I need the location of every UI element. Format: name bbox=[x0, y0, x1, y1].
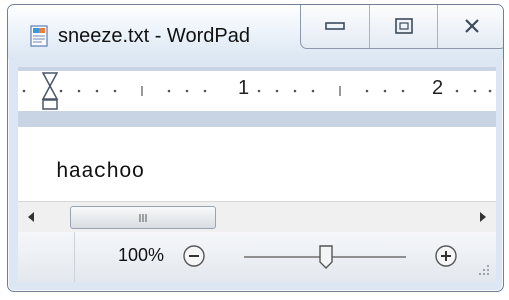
caption-buttons bbox=[300, 5, 503, 49]
indent-marker-icon[interactable] bbox=[40, 71, 60, 111]
minimize-button[interactable] bbox=[301, 5, 370, 48]
zoom-in-icon[interactable] bbox=[434, 244, 458, 268]
title-bar[interactable]: sneeze.txt - WordPad bbox=[8, 5, 503, 59]
grip-lines bbox=[139, 213, 147, 222]
wordpad-app-icon[interactable] bbox=[30, 25, 50, 47]
status-bar: 100% bbox=[18, 232, 496, 282]
window-title: sneeze.txt - WordPad bbox=[58, 25, 250, 47]
document-text: haachoo bbox=[56, 161, 145, 184]
close-button[interactable] bbox=[438, 5, 503, 48]
scroll-right-button[interactable] bbox=[470, 202, 496, 232]
arrow-left-icon bbox=[28, 212, 34, 222]
horizontal-scrollbar[interactable] bbox=[18, 201, 496, 232]
maximize-button[interactable] bbox=[370, 5, 439, 48]
zoom-out-icon[interactable] bbox=[182, 244, 206, 268]
maximize-icon bbox=[394, 18, 413, 34]
zoom-level-label: 100% bbox=[118, 245, 165, 265]
zoom-slider-thumb[interactable] bbox=[318, 244, 334, 270]
ruler-number: 2 bbox=[432, 77, 444, 99]
status-separator bbox=[74, 232, 75, 282]
ruler-ticks bbox=[22, 86, 492, 96]
minimize-icon bbox=[325, 22, 345, 30]
close-icon bbox=[465, 19, 479, 33]
scroll-left-button[interactable] bbox=[18, 202, 44, 232]
ruler-number: 1 bbox=[238, 77, 250, 99]
resize-grip-icon[interactable] bbox=[476, 262, 490, 276]
document-area[interactable]: haachoo bbox=[18, 127, 496, 201]
ruler[interactable]: 1 2 bbox=[18, 71, 496, 111]
scroll-thumb[interactable] bbox=[70, 206, 216, 229]
wordpad-window: sneeze.txt - WordPad 1 2 haachoo 100% bbox=[7, 4, 504, 292]
arrow-right-icon bbox=[480, 212, 486, 222]
